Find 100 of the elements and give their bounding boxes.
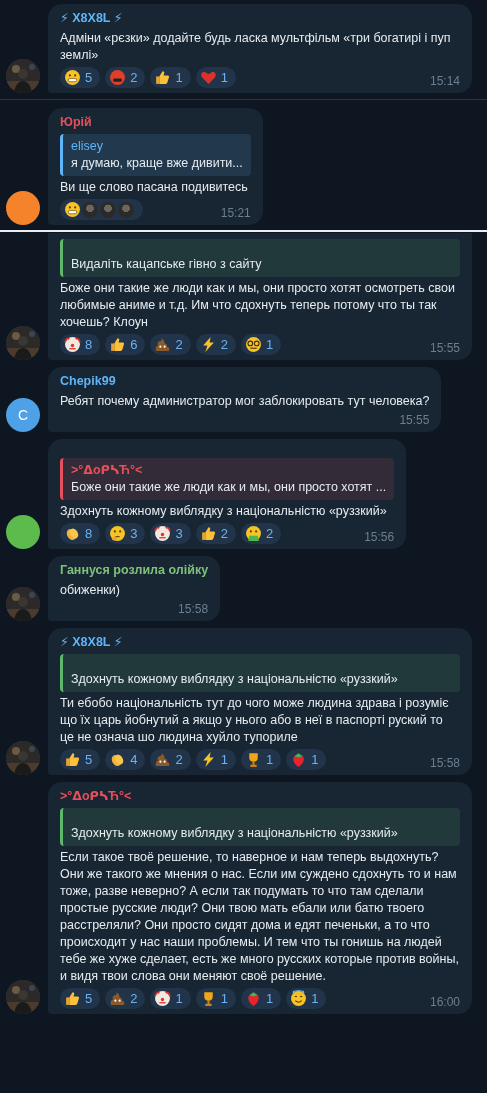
author-name[interactable]: Chepik99 bbox=[60, 373, 430, 390]
message-text: Ви ще слово пасана подивитесь bbox=[60, 179, 249, 196]
reaction-chip[interactable]: 1 bbox=[240, 749, 282, 770]
clown-face-icon bbox=[154, 990, 172, 1007]
reaction-chip[interactable]: 1 bbox=[150, 988, 191, 1009]
reaction-chip[interactable]: 2 bbox=[195, 334, 236, 355]
reply-quote[interactable]: Видаліть кацапське гівно з сайту bbox=[60, 239, 460, 277]
angry-face-icon bbox=[109, 69, 127, 86]
reactor-avatar bbox=[99, 200, 117, 219]
reaction-count: 4 bbox=[130, 752, 138, 767]
message-time: 15:58 bbox=[429, 756, 460, 770]
author-name[interactable]: Юрій bbox=[60, 114, 251, 131]
reaction-count: 1 bbox=[311, 991, 319, 1006]
reaction-chip[interactable]: 1 bbox=[240, 334, 282, 355]
message-time: 15:55 bbox=[429, 341, 460, 355]
message-time: 16:00 bbox=[429, 995, 460, 1009]
poop-icon bbox=[109, 990, 127, 1007]
reaction-count: 1 bbox=[265, 337, 274, 352]
reaction-chip[interactable]: 1 bbox=[286, 749, 327, 770]
reaction-count: 6 bbox=[130, 337, 138, 352]
reply-quote[interactable]: Здохнуть кожному виблядку з національністю «руззкий» bbox=[60, 654, 460, 692]
reaction-chip[interactable]: 2 bbox=[150, 334, 191, 355]
message-text: Если такое твоё решение, то наверное и нам теперь выдохнуть? Они же такого же мнения о нас. Если им суждено сдохнуть то и нам тоже, разве неверно? А если так подумать то что там сделали простые русские люди? Они твою мать ебали или батю твоего расстреляли? Они просто сидят дома и едят печеньки, а то что происходит у нас наши проблемы. И тем что ты гонишь на людей тебе же хуже сделает, есть же много русских которые против войны, и видя твои слова они меняют своё решение. bbox=[60, 849, 460, 985]
reaction-count: 8 bbox=[85, 337, 93, 352]
message-text: Адміни «рєзки» додайте будь ласка мультфільм «три богатирі і пуп землі» bbox=[60, 30, 452, 64]
reaction-chip[interactable]: 6 bbox=[105, 334, 146, 355]
reaction-chip[interactable]: 5 bbox=[60, 988, 101, 1009]
reply-quote[interactable]: Здохнуть кожному виблядку з національністю «руззкий» bbox=[60, 808, 460, 846]
reaction-chip[interactable]: 4 bbox=[105, 749, 146, 770]
reaction-chip[interactable]: 3 bbox=[150, 523, 191, 544]
reaction-count: 1 bbox=[265, 752, 274, 767]
message-time: 15:58 bbox=[178, 602, 209, 616]
reaction-chip[interactable]: 1 bbox=[195, 988, 236, 1009]
reaction-chip[interactable]: 1 bbox=[240, 988, 282, 1009]
reaction-count: 1 bbox=[175, 991, 183, 1006]
reactor-avatar bbox=[117, 200, 135, 219]
grinning-face-icon bbox=[64, 201, 81, 218]
thumbs-up-icon bbox=[109, 336, 127, 353]
reaction-count: 1 bbox=[175, 70, 183, 85]
reaction-chip[interactable]: 3 bbox=[105, 523, 146, 544]
reaction-chip[interactable]: 1 bbox=[195, 67, 236, 88]
message-time: 15:21 bbox=[220, 206, 251, 220]
quote-author: >°ᐃoᑭᓴЋ°< bbox=[71, 462, 144, 479]
quote-text: Видаліть кацапське гівно з сайту bbox=[71, 256, 263, 273]
reaction-count: 5 bbox=[85, 752, 93, 767]
message-text: Боже они такие же люди как и мы, они просто хотят осмотреть свои любимые аниме и т.д. Им что сдохнуть теперь потому что ты так хочешь? Клоун bbox=[60, 280, 456, 331]
message-time: 15:14 bbox=[429, 74, 460, 88]
author-name[interactable]: ⚡ X8X8L ⚡ bbox=[60, 10, 460, 27]
reaction-chip[interactable]: 2 bbox=[240, 523, 282, 544]
message-text: Ребят почему администратор мог заблокировать тут человека? bbox=[60, 393, 430, 410]
clown-face-icon bbox=[64, 336, 81, 353]
message-text: Здохнуть кожному виблядку з національністю «руззкий» bbox=[60, 503, 388, 520]
reaction-count: 1 bbox=[220, 752, 228, 767]
reaction-count: 3 bbox=[175, 526, 183, 541]
reaction-chip[interactable]: 8 bbox=[60, 523, 101, 544]
reactor-avatar bbox=[81, 200, 99, 219]
reaction-chip[interactable]: 2 bbox=[195, 523, 236, 544]
reaction-chip[interactable] bbox=[60, 199, 143, 220]
sick-face-icon bbox=[244, 525, 262, 542]
reaction-chip[interactable]: 2 bbox=[105, 988, 146, 1009]
reaction-chip[interactable]: 1 bbox=[286, 988, 327, 1009]
reaction-chip[interactable]: 2 bbox=[150, 749, 191, 770]
quote-text: Здохнуть кожному виблядку з національністю «руззкий» bbox=[71, 825, 399, 842]
author-name[interactable]: ⚡ X8X8L ⚡ bbox=[60, 634, 460, 651]
reaction-count: 5 bbox=[85, 991, 93, 1006]
poop-icon bbox=[154, 336, 172, 353]
reaction-chip[interactable]: 5 bbox=[60, 749, 101, 770]
quote-author: elisey bbox=[71, 138, 104, 155]
author-name[interactable]: >°ᐃoᑭᓴЋ°< bbox=[60, 788, 460, 805]
quote-text: Боже они такие же люди как и мы, они просто хотят ... bbox=[71, 479, 387, 496]
reaction-chip[interactable]: 8 bbox=[60, 334, 101, 355]
user-avatar[interactable] bbox=[6, 515, 40, 549]
reaction-count: 1 bbox=[311, 752, 319, 767]
reaction-count: 2 bbox=[220, 337, 228, 352]
reply-quote[interactable]: >°ᐃoᑭᓴЋ°< Боже они такие же люди как и мы, они просто хотят ... bbox=[60, 458, 395, 500]
author-name[interactable]: Ганнуся розлила олійку bbox=[60, 562, 209, 579]
message-time: 15:56 bbox=[364, 530, 395, 544]
reaction-chip[interactable]: 2 bbox=[105, 67, 146, 88]
reaction-chip[interactable]: 5 bbox=[60, 67, 101, 88]
thumbs-up-icon bbox=[64, 990, 81, 1007]
reaction-count: 2 bbox=[175, 752, 183, 767]
reaction-count: 1 bbox=[220, 70, 228, 85]
quote-text: я думаю, краще вже дивити... bbox=[71, 155, 243, 172]
reaction-count: 5 bbox=[85, 70, 93, 85]
reaction-count: 1 bbox=[265, 991, 274, 1006]
reaction-count: 2 bbox=[265, 526, 274, 541]
reaction-chip[interactable]: 1 bbox=[195, 749, 236, 770]
reaction-count: 2 bbox=[220, 526, 228, 541]
thumbs-up-icon bbox=[64, 751, 81, 768]
reply-quote[interactable]: elisey я думаю, краще вже дивити... bbox=[60, 134, 251, 176]
glasses-face-icon bbox=[244, 336, 262, 353]
reaction-count: 2 bbox=[130, 991, 138, 1006]
reaction-count: 3 bbox=[130, 526, 138, 541]
message-text: обиженки) bbox=[60, 582, 121, 599]
reaction-chip[interactable]: 1 bbox=[150, 67, 191, 88]
message-time: 15:55 bbox=[399, 413, 430, 427]
user-avatar[interactable] bbox=[6, 191, 40, 225]
reaction-count: 8 bbox=[85, 526, 93, 541]
reaction-count: 2 bbox=[175, 337, 183, 352]
reaction-count: 1 bbox=[220, 991, 228, 1006]
